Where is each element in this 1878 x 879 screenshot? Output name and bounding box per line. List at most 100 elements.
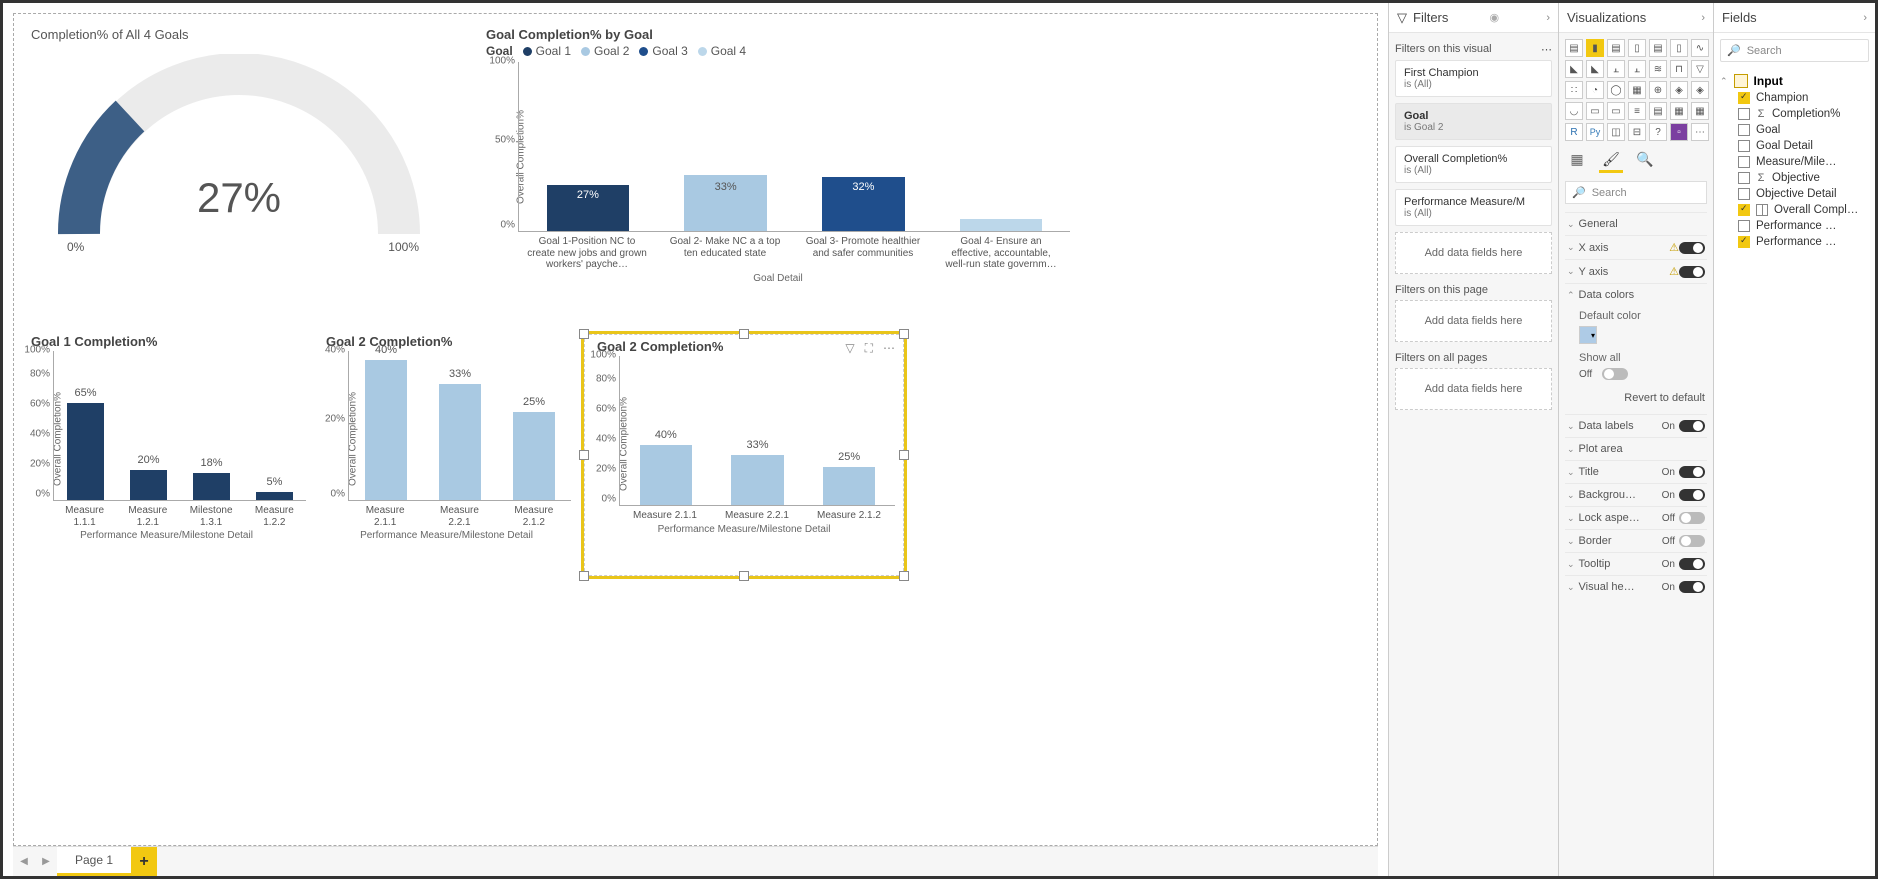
format-data-colors[interactable]: ⌃Data colors xyxy=(1565,283,1707,306)
viz-stacked-column-icon[interactable]: ▮ xyxy=(1586,39,1604,57)
filter-card-goal[interactable]: Goal is Goal 2 xyxy=(1395,103,1552,140)
eye-icon[interactable]: ◉ xyxy=(1490,11,1500,24)
tab-scroll-right[interactable]: ▶ xyxy=(35,847,57,876)
viz-scatter-icon[interactable]: ∷ xyxy=(1565,81,1583,99)
format-lock-aspect[interactable]: ⌄Lock aspe…Off xyxy=(1565,506,1707,529)
analytics-tab-icon[interactable]: 🔍 xyxy=(1633,149,1657,173)
viz-funnel-icon[interactable]: ▽ xyxy=(1691,60,1709,78)
fields-search-input[interactable]: 🔎 Search xyxy=(1720,39,1869,62)
viz-treemap-icon[interactable]: ▦ xyxy=(1628,81,1646,99)
viz-matrix-icon[interactable]: ▦ xyxy=(1691,102,1709,120)
format-visual-header[interactable]: ⌄Visual he…On xyxy=(1565,575,1707,598)
visual-goal1[interactable]: Goal 1 Completion% Overall Completion% 0… xyxy=(19,334,314,574)
field-row[interactable]: Overall Compl… xyxy=(1720,202,1869,218)
field-row[interactable]: Performance … xyxy=(1720,218,1869,234)
filter-card-perf[interactable]: Performance Measure/M is (All) xyxy=(1395,189,1552,226)
viz-filled-map-icon[interactable]: ◈ xyxy=(1670,81,1688,99)
add-page-button[interactable]: + xyxy=(131,847,157,876)
format-general[interactable]: ⌄General xyxy=(1565,212,1707,235)
viz-gauge-icon[interactable]: ◡ xyxy=(1565,102,1583,120)
viz-line-clustered-icon[interactable]: ⫠ xyxy=(1628,60,1646,78)
visual-gauge[interactable]: Completion% of All 4 Goals 27% 0% 100% xyxy=(19,19,459,319)
field-checkbox[interactable] xyxy=(1738,156,1750,168)
viz-shape-map-icon[interactable]: ◈ xyxy=(1691,81,1709,99)
page-tab-1[interactable]: Page 1 xyxy=(57,847,131,876)
format-plot-area[interactable]: ⌄Plot area xyxy=(1565,437,1707,460)
visual-by-goal[interactable]: Goal Completion% by Goal Goal Goal 1 Goa… xyxy=(474,19,1082,329)
field-checkbox[interactable] xyxy=(1738,236,1750,248)
format-xaxis[interactable]: ⌄X axis⚠ xyxy=(1565,235,1707,259)
table-input[interactable]: ⌃ Input xyxy=(1720,72,1869,90)
viz-r-icon[interactable]: R xyxy=(1565,123,1583,141)
field-row[interactable]: ΣCompletion% xyxy=(1720,106,1869,122)
default-color-swatch[interactable]: ▾ xyxy=(1579,326,1597,344)
viz-kpi-icon[interactable]: ≡ xyxy=(1628,102,1646,120)
field-checkbox[interactable] xyxy=(1738,204,1750,216)
focus-mode-icon[interactable]: ⛶ xyxy=(865,341,873,356)
viz-key-influencers-icon[interactable]: ◫ xyxy=(1607,123,1625,141)
collapse-fields-icon[interactable]: › xyxy=(1863,12,1867,24)
viz-py-icon[interactable]: Py xyxy=(1586,123,1604,141)
drop-all[interactable]: Add data fields here xyxy=(1395,368,1552,410)
field-row[interactable]: Objective Detail xyxy=(1720,186,1869,202)
visual-header-actions[interactable]: ▽ ⛶ ⋯ xyxy=(845,341,895,356)
format-tab-icon[interactable]: 🖌 xyxy=(1599,149,1623,173)
report-canvas[interactable]: Completion% of All 4 Goals 27% 0% 100% G… xyxy=(3,3,1388,876)
collapse-filters-icon[interactable]: › xyxy=(1546,12,1550,24)
viz-decomp-icon[interactable]: ⊟ xyxy=(1628,123,1646,141)
tab-scroll-left[interactable]: ◀ xyxy=(13,847,35,876)
field-row[interactable]: Goal xyxy=(1720,122,1869,138)
visual-goal2b-selected[interactable]: ▽ ⛶ ⋯ Goal 2 Completion% Overall Complet… xyxy=(584,334,904,576)
format-search-input[interactable]: 🔎 Search xyxy=(1565,181,1707,204)
field-checkbox[interactable] xyxy=(1738,220,1750,232)
format-border[interactable]: ⌄BorderOff xyxy=(1565,529,1707,552)
field-checkbox[interactable] xyxy=(1738,124,1750,136)
viz-stacked-area-icon[interactable]: ◣ xyxy=(1586,60,1604,78)
viz-import-icon[interactable]: ⋯ xyxy=(1691,123,1709,141)
viz-pie-icon[interactable]: ◔ xyxy=(1586,81,1604,99)
viz-area-icon[interactable]: ◣ xyxy=(1565,60,1583,78)
format-background[interactable]: ⌄Backgrou…On xyxy=(1565,483,1707,506)
field-row[interactable]: ΣObjective xyxy=(1720,170,1869,186)
show-all-toggle[interactable] xyxy=(1602,368,1628,380)
drop-visual[interactable]: Add data fields here xyxy=(1395,232,1552,274)
viz-clustered-bar-icon[interactable]: ▤ xyxy=(1607,39,1625,57)
field-row[interactable]: Champion xyxy=(1720,90,1869,106)
viz-slicer-icon[interactable]: ▤ xyxy=(1649,102,1667,120)
viz-ribbon-icon[interactable]: ≋ xyxy=(1649,60,1667,78)
viz-qa-icon[interactable]: ? xyxy=(1649,123,1667,141)
collapse-viz-icon[interactable]: › xyxy=(1701,12,1705,24)
filter-card-overall[interactable]: Overall Completion% is (All) xyxy=(1395,146,1552,183)
format-title[interactable]: ⌄TitleOn xyxy=(1565,460,1707,483)
viz-table-icon[interactable]: ▦ xyxy=(1670,102,1688,120)
viz-card-icon[interactable]: ▭ xyxy=(1586,102,1604,120)
format-tooltip[interactable]: ⌄TooltipOn xyxy=(1565,552,1707,575)
revert-link[interactable]: Revert to default xyxy=(1565,386,1707,414)
field-checkbox[interactable] xyxy=(1738,140,1750,152)
visual-goal2a[interactable]: Goal 2 Completion% Overall Completion% 0… xyxy=(314,334,579,574)
format-data-labels[interactable]: ⌄Data labelsOn xyxy=(1565,414,1707,437)
field-row[interactable]: Goal Detail xyxy=(1720,138,1869,154)
viz-donut-icon[interactable]: ◯ xyxy=(1607,81,1625,99)
viz-type-picker[interactable]: ▤ ▮ ▤ ▯ ▤ ▯ ∿ ◣ ◣ ⫠ ⫠ ≋ ⊓ ▽ ∷ ◔ ◯ ▦ ⊕ ◈ xyxy=(1565,39,1707,141)
fields-tab-icon[interactable]: ▦ xyxy=(1565,149,1589,173)
viz-custom-icon[interactable]: ▫ xyxy=(1670,123,1688,141)
field-checkbox[interactable] xyxy=(1738,92,1750,104)
viz-stacked-bar-icon[interactable]: ▤ xyxy=(1565,39,1583,57)
viz-100-column-icon[interactable]: ▯ xyxy=(1670,39,1688,57)
viz-clustered-column-icon[interactable]: ▯ xyxy=(1628,39,1646,57)
format-yaxis[interactable]: ⌄Y axis⚠ xyxy=(1565,259,1707,283)
filter-icon[interactable]: ▽ xyxy=(845,341,854,356)
viz-line-column-icon[interactable]: ⫠ xyxy=(1607,60,1625,78)
field-checkbox[interactable] xyxy=(1738,188,1750,200)
more-icon[interactable]: ⋯ xyxy=(1541,43,1552,56)
field-checkbox[interactable] xyxy=(1738,172,1750,184)
more-options-icon[interactable]: ⋯ xyxy=(883,341,895,356)
viz-multi-card-icon[interactable]: ▭ xyxy=(1607,102,1625,120)
field-row[interactable]: Performance … xyxy=(1720,234,1869,250)
viz-100-bar-icon[interactable]: ▤ xyxy=(1649,39,1667,57)
viz-waterfall-icon[interactable]: ⊓ xyxy=(1670,60,1688,78)
viz-map-icon[interactable]: ⊕ xyxy=(1649,81,1667,99)
filter-card-champion[interactable]: First Champion is (All) xyxy=(1395,60,1552,97)
drop-page[interactable]: Add data fields here xyxy=(1395,300,1552,342)
